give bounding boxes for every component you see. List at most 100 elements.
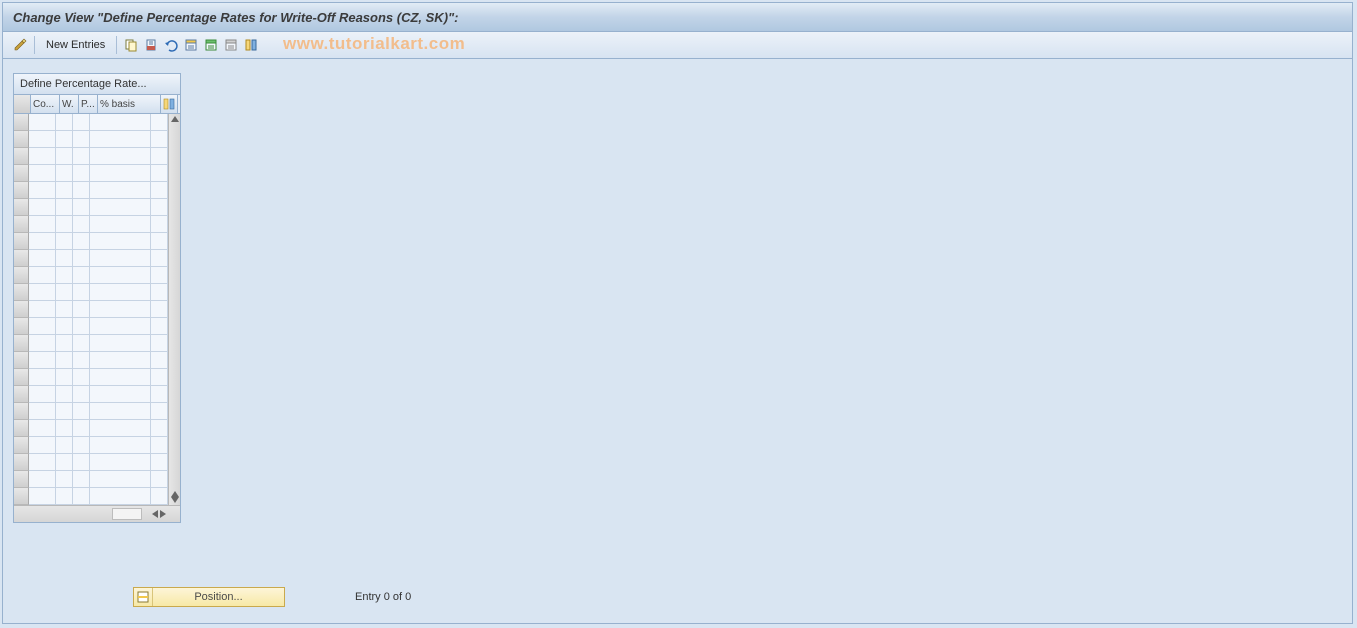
row-selector[interactable] xyxy=(14,420,29,437)
cell[interactable] xyxy=(29,403,56,420)
table-row[interactable] xyxy=(14,488,168,505)
cell[interactable] xyxy=(151,199,168,216)
copy-as-icon[interactable] xyxy=(122,36,140,54)
cell[interactable] xyxy=(29,165,56,182)
row-selector[interactable] xyxy=(14,301,29,318)
cell[interactable] xyxy=(73,318,90,335)
cell[interactable] xyxy=(29,114,56,131)
cell[interactable] xyxy=(56,148,73,165)
cell[interactable] xyxy=(73,420,90,437)
row-selector[interactable] xyxy=(14,165,29,182)
cell[interactable] xyxy=(90,131,151,148)
cell[interactable] xyxy=(56,165,73,182)
table-row[interactable] xyxy=(14,216,168,233)
cell[interactable] xyxy=(90,369,151,386)
cell[interactable] xyxy=(151,318,168,335)
cell[interactable] xyxy=(90,403,151,420)
row-selector[interactable] xyxy=(14,437,29,454)
cell[interactable] xyxy=(56,131,73,148)
cell[interactable] xyxy=(151,182,168,199)
cell[interactable] xyxy=(151,233,168,250)
row-selector[interactable] xyxy=(14,352,29,369)
cell[interactable] xyxy=(73,437,90,454)
cell[interactable] xyxy=(73,114,90,131)
cell[interactable] xyxy=(151,250,168,267)
cell[interactable] xyxy=(73,386,90,403)
cell[interactable] xyxy=(56,199,73,216)
column-header-co[interactable]: Co... xyxy=(31,95,60,113)
scroll-down-icon[interactable] xyxy=(171,497,179,503)
cell[interactable] xyxy=(90,301,151,318)
horizontal-scrollbar[interactable] xyxy=(14,505,180,522)
cell[interactable] xyxy=(90,437,151,454)
cell[interactable] xyxy=(90,165,151,182)
cell[interactable] xyxy=(29,386,56,403)
table-row[interactable] xyxy=(14,131,168,148)
cell[interactable] xyxy=(56,420,73,437)
cell[interactable] xyxy=(151,216,168,233)
cell[interactable] xyxy=(29,437,56,454)
cell[interactable] xyxy=(90,471,151,488)
cell[interactable] xyxy=(90,284,151,301)
cell[interactable] xyxy=(56,267,73,284)
cell[interactable] xyxy=(151,114,168,131)
cell[interactable] xyxy=(73,335,90,352)
cell[interactable] xyxy=(73,301,90,318)
scroll-right-icon[interactable] xyxy=(160,510,166,518)
column-header-p[interactable]: P... xyxy=(79,95,98,113)
table-row[interactable] xyxy=(14,199,168,216)
row-selector[interactable] xyxy=(14,131,29,148)
change-display-icon[interactable] xyxy=(11,36,29,54)
cell[interactable] xyxy=(56,471,73,488)
new-entries-button[interactable]: New Entries xyxy=(40,35,111,55)
cell[interactable] xyxy=(56,488,73,505)
cell[interactable] xyxy=(29,199,56,216)
select-block-icon[interactable] xyxy=(202,36,220,54)
cell[interactable] xyxy=(73,267,90,284)
delete-icon[interactable] xyxy=(142,36,160,54)
cell[interactable] xyxy=(29,454,56,471)
scroll-left-icon[interactable] xyxy=(152,510,158,518)
cell[interactable] xyxy=(90,318,151,335)
cell[interactable] xyxy=(73,182,90,199)
row-selector[interactable] xyxy=(14,454,29,471)
cell[interactable] xyxy=(73,471,90,488)
cell[interactable] xyxy=(29,267,56,284)
select-all-icon[interactable] xyxy=(182,36,200,54)
cell[interactable] xyxy=(56,301,73,318)
table-row[interactable] xyxy=(14,165,168,182)
cell[interactable] xyxy=(73,233,90,250)
cell[interactable] xyxy=(73,131,90,148)
cell[interactable] xyxy=(29,250,56,267)
cell[interactable] xyxy=(90,488,151,505)
row-selector[interactable] xyxy=(14,182,29,199)
table-row[interactable] xyxy=(14,148,168,165)
row-selector[interactable] xyxy=(14,267,29,284)
cell[interactable] xyxy=(56,284,73,301)
cell[interactable] xyxy=(90,386,151,403)
table-row[interactable] xyxy=(14,386,168,403)
column-header-w[interactable]: W. xyxy=(60,95,79,113)
table-row[interactable] xyxy=(14,182,168,199)
cell[interactable] xyxy=(56,250,73,267)
column-header-pct-basis[interactable]: % basis xyxy=(98,95,161,113)
cell[interactable] xyxy=(151,454,168,471)
cell[interactable] xyxy=(29,233,56,250)
cell[interactable] xyxy=(29,420,56,437)
cell[interactable] xyxy=(151,352,168,369)
table-row[interactable] xyxy=(14,233,168,250)
row-selector[interactable] xyxy=(14,148,29,165)
cell[interactable] xyxy=(56,114,73,131)
row-selector[interactable] xyxy=(14,284,29,301)
table-row[interactable] xyxy=(14,114,168,131)
cell[interactable] xyxy=(90,454,151,471)
cell[interactable] xyxy=(29,318,56,335)
cell[interactable] xyxy=(90,352,151,369)
cell[interactable] xyxy=(29,471,56,488)
cell[interactable] xyxy=(90,420,151,437)
cell[interactable] xyxy=(29,182,56,199)
cell[interactable] xyxy=(151,437,168,454)
table-row[interactable] xyxy=(14,454,168,471)
cell[interactable] xyxy=(73,369,90,386)
cell[interactable] xyxy=(73,454,90,471)
